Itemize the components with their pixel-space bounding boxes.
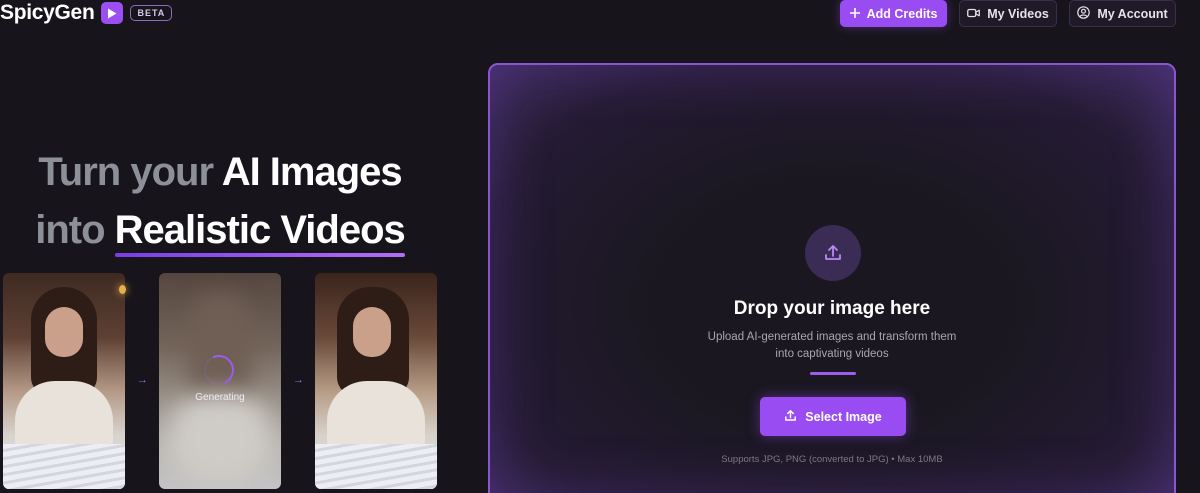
brand-name: SpicyGen xyxy=(0,1,95,24)
headline-dim-2: into xyxy=(35,208,105,252)
dropzone-title: Drop your image here xyxy=(733,298,931,319)
my-videos-button[interactable]: My Videos xyxy=(959,0,1057,27)
supported-formats-text: Supports JPG, PNG (converted to JPG) • M… xyxy=(721,454,943,465)
headline-accent: Realistic Videos xyxy=(114,201,406,259)
headline-accent-text: Realistic Videos xyxy=(114,208,406,252)
headline-line-2: into Realistic Videos xyxy=(0,201,440,259)
plus-icon xyxy=(849,7,860,21)
preview-video-result xyxy=(315,273,437,489)
hero-headline: Turn your AI Images into Realistic Video… xyxy=(0,143,440,259)
select-image-button[interactable]: Select Image xyxy=(760,397,906,436)
video-camera-icon xyxy=(967,7,981,21)
dropzone-subtitle-line-2: into captivating videos xyxy=(775,348,889,360)
figure-sheet xyxy=(315,444,437,489)
user-circle-icon xyxy=(1077,5,1091,22)
arrow-right-icon: → xyxy=(293,374,304,386)
image-dropzone[interactable]: Drop your image here Upload AI-generated… xyxy=(488,63,1176,493)
beta-badge: BETA xyxy=(130,5,173,21)
figure-body xyxy=(15,381,113,451)
my-account-button[interactable]: My Account xyxy=(1069,0,1176,27)
play-icon xyxy=(101,2,124,24)
dropzone-subtitle-line-1: Upload AI-generated images and transform… xyxy=(707,331,957,343)
my-videos-label: My Videos xyxy=(987,6,1049,21)
headline-line-1: Turn your AI Images xyxy=(0,143,440,201)
dropzone-subtitle: Upload AI-generated images and transform… xyxy=(490,329,1174,363)
my-account-label: My Account xyxy=(1097,6,1168,21)
add-credits-label: Add Credits xyxy=(866,6,938,21)
headline-underline xyxy=(114,253,405,257)
select-image-label: Select Image xyxy=(805,409,882,424)
blurred-body xyxy=(169,393,271,483)
upload-icon xyxy=(784,409,797,425)
preview-generating-card: Generating xyxy=(159,273,281,489)
lamp-glow xyxy=(119,285,126,294)
arrow-right-icon: → xyxy=(137,374,148,386)
figure-sheet xyxy=(3,444,125,489)
upload-icon xyxy=(805,225,861,281)
figure-body xyxy=(327,381,425,451)
headline-dim-1: Turn your xyxy=(38,150,214,194)
headline-bright-1: AI Images xyxy=(221,150,403,194)
brand-logo[interactable]: SpicyGen BETA xyxy=(0,1,173,25)
generating-label: Generating xyxy=(195,392,245,403)
figure-face xyxy=(353,307,391,357)
figure-face xyxy=(45,307,83,357)
add-credits-button[interactable]: Add Credits xyxy=(840,0,947,27)
dropzone-divider xyxy=(810,372,856,375)
preview-original-image xyxy=(3,273,125,489)
